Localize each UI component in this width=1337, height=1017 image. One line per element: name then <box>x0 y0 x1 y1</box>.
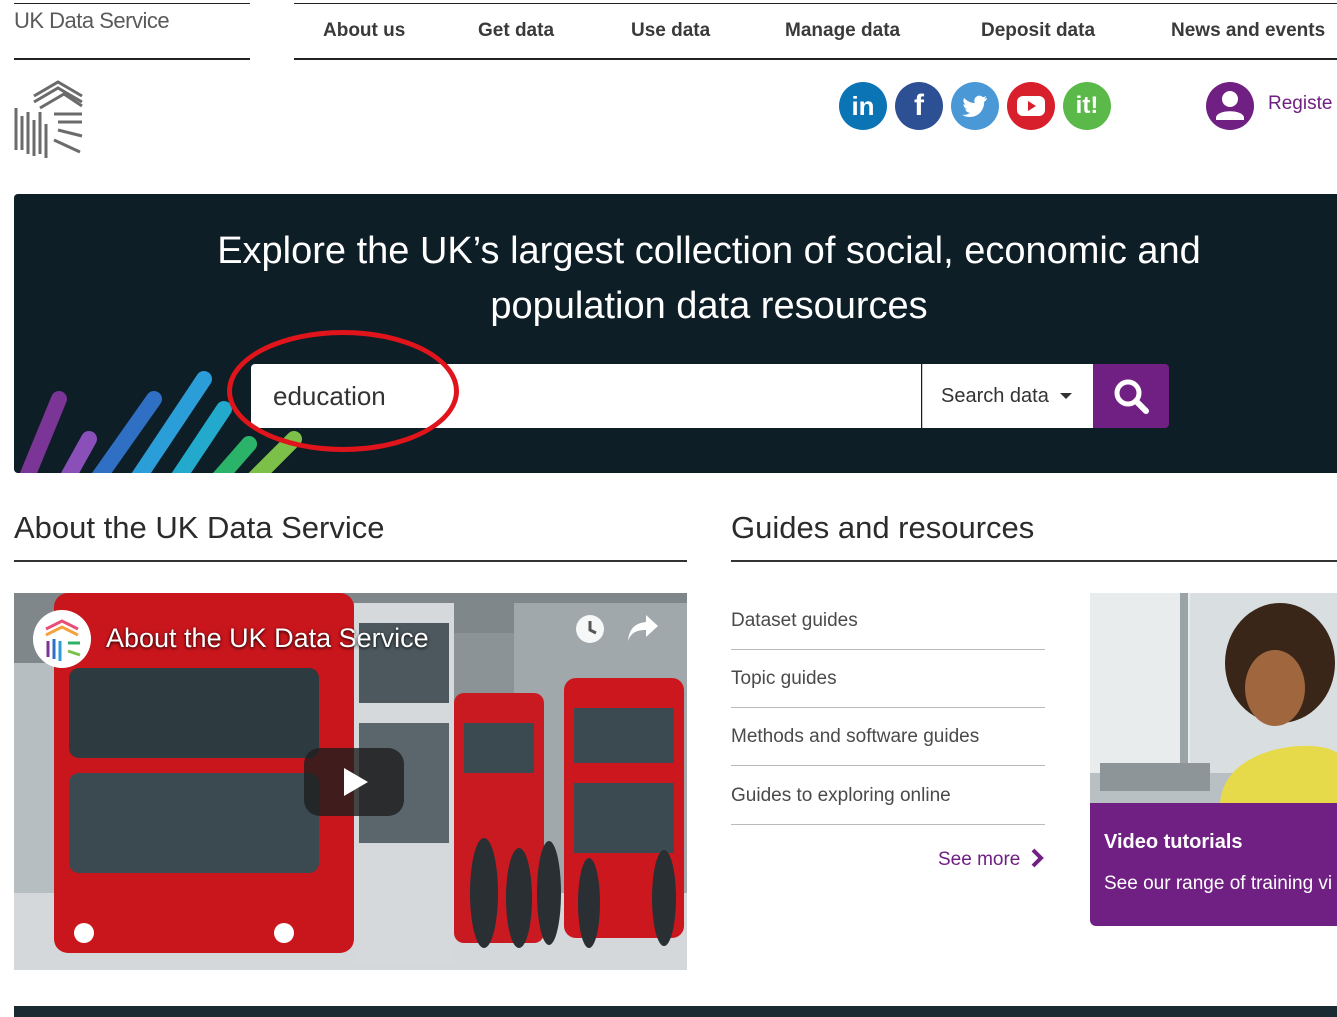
video-tutorials-body: Video tutorials See our range of trainin… <box>1090 803 1337 926</box>
nav-get-data[interactable]: Get data <box>478 20 554 42</box>
guide-link-topic-guides[interactable]: Topic guides <box>731 651 1045 708</box>
ithenticate-glyph: it! <box>1075 92 1099 119</box>
user-avatar-icon[interactable] <box>1206 82 1254 130</box>
share-icon[interactable] <box>626 613 660 643</box>
guide-link-exploring-online[interactable]: Guides to exploring online <box>731 768 1045 825</box>
user-glyph <box>1216 91 1244 120</box>
guide-link-methods-software[interactable]: Methods and software guides <box>731 709 1045 766</box>
site-logo-text[interactable]: UK Data Service <box>14 8 170 34</box>
video-tutorials-description: See our range of training vi <box>1104 873 1333 894</box>
ithenticate-icon[interactable]: it! <box>1063 82 1111 130</box>
search-icon <box>1114 379 1149 414</box>
main-nav: About us Get data Use data Manage data D… <box>294 3 1337 60</box>
facebook-icon[interactable]: f <box>895 82 943 130</box>
section-divider <box>14 560 687 562</box>
chevron-right-icon <box>1031 848 1044 868</box>
caret-down-icon <box>1059 393 1072 399</box>
play-icon <box>344 768 368 796</box>
uk-data-service-cube-icon[interactable] <box>14 78 86 160</box>
guide-link-dataset-guides[interactable]: Dataset guides <box>731 593 1045 650</box>
logo-rule <box>14 58 250 60</box>
linkedin-icon[interactable]: in <box>839 82 887 130</box>
guide-link-label: Methods and software guides <box>731 726 980 747</box>
nav-use-data[interactable]: Use data <box>631 20 710 42</box>
twitter-bird-glyph <box>962 95 987 117</box>
video-player[interactable]: About the UK Data Service <box>14 593 687 970</box>
nav-manage-data[interactable]: Manage data <box>785 20 900 42</box>
guide-link-label: Guides to exploring online <box>731 785 951 806</box>
hero-title: Explore the UK’s largest collection of s… <box>14 224 1337 334</box>
see-more-link[interactable]: See more <box>938 848 1044 871</box>
video-tutorials-image <box>1090 593 1337 803</box>
linkedin-glyph: in <box>851 90 875 121</box>
guide-link-label: Dataset guides <box>731 610 858 631</box>
hero-title-line: population data resources <box>490 285 928 327</box>
play-button[interactable] <box>304 748 404 816</box>
search-scope-dropdown[interactable]: Search data <box>922 364 1093 428</box>
highlight-annotation <box>227 330 459 452</box>
guide-link-label: Topic guides <box>731 668 837 689</box>
section-divider <box>731 560 1337 562</box>
nav-deposit-data[interactable]: Deposit data <box>981 20 1095 42</box>
search-scope-label: Search data <box>941 384 1049 407</box>
watch-later-icon[interactable] <box>574 613 606 645</box>
tutorial-photo <box>1090 593 1337 803</box>
nav-news-and-events[interactable]: News and events <box>1171 20 1325 42</box>
facebook-glyph: f <box>914 89 924 122</box>
guides-section-title: Guides and resources <box>731 510 1035 545</box>
youtube-play-glyph <box>1017 96 1045 116</box>
register-link[interactable]: Registe <box>1268 93 1332 115</box>
search-button[interactable] <box>1093 364 1169 428</box>
hero-title-line: Explore the UK’s largest collection of s… <box>217 230 1201 272</box>
video-tutorials-card[interactable]: Video tutorials See our range of trainin… <box>1090 593 1337 926</box>
youtube-icon[interactable] <box>1007 82 1055 130</box>
logo-rule <box>14 3 250 4</box>
about-section-title: About the UK Data Service <box>14 510 385 545</box>
nav-about-us[interactable]: About us <box>323 20 405 42</box>
twitter-icon[interactable] <box>951 82 999 130</box>
bottom-banner <box>14 1006 1337 1017</box>
channel-logo-icon <box>33 610 91 668</box>
hero-banner: Explore the UK’s largest collection of s… <box>14 194 1337 473</box>
video-title[interactable]: About the UK Data Service <box>106 623 429 654</box>
video-tutorials-title: Video tutorials <box>1104 831 1243 853</box>
see-more-label: See more <box>938 849 1021 870</box>
